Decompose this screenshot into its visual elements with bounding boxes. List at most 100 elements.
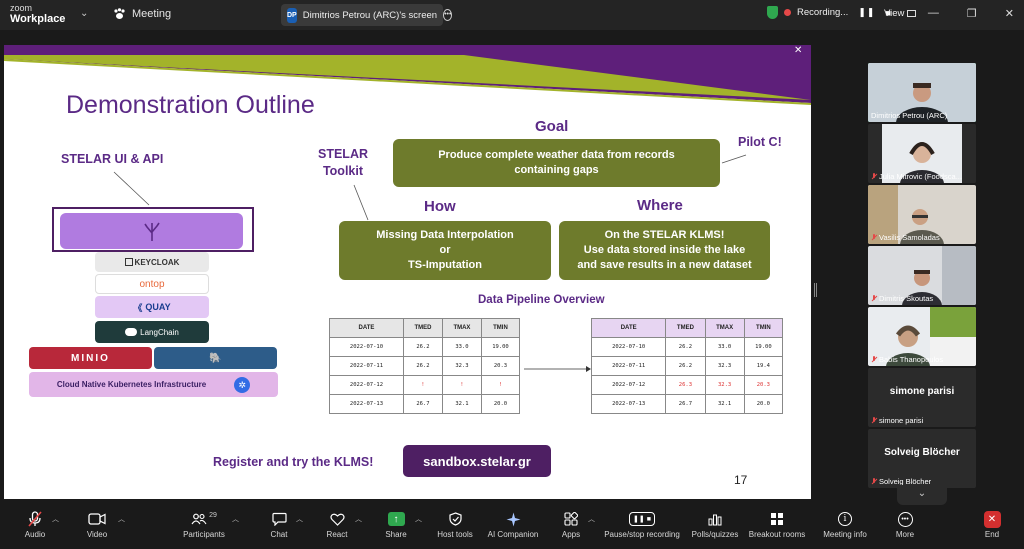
participant-name-text: Julia Mitrovic (Foodsca...	[879, 172, 962, 181]
langchain-label: LangChain	[140, 327, 179, 337]
chat-button[interactable]: Chat	[264, 508, 294, 549]
table-cell: 2022-07-12	[329, 375, 404, 395]
grid-icon	[907, 9, 917, 17]
host-tools-label: Host tools	[437, 530, 473, 539]
table-cell: !	[480, 375, 521, 395]
table-cell: 2022-07-11	[590, 356, 667, 376]
participant-name-text: Dimitrios Petrou (ARC)	[871, 111, 948, 120]
table-cell: 2022-07-10	[590, 337, 667, 357]
share-button[interactable]: ↑ Share	[381, 508, 411, 549]
table-row: 2022-07-10 26.2 33.0 19.00	[329, 337, 521, 357]
table-cell: !	[402, 375, 443, 395]
participant-name: Dimitrios Petrou (ARC)	[871, 111, 947, 120]
more-icon[interactable]: •••	[443, 9, 453, 21]
participant-tile[interactable]: Vasilis Samoladas	[868, 185, 976, 244]
avatar: DP	[287, 7, 297, 23]
chevron-down-icon[interactable]: ⌄	[80, 8, 88, 19]
react-button[interactable]: React	[322, 508, 352, 549]
kubernetes-block: Cloud Native Kubernetes Infrastructure ✲	[29, 372, 278, 397]
close-share-icon[interactable]: ✕	[794, 45, 802, 56]
table-cell: 33.0	[704, 337, 745, 357]
table-cell: !	[441, 375, 482, 395]
chevron-up-icon[interactable]: ︿	[52, 514, 59, 524]
table-cell: 32.3	[441, 356, 482, 376]
participant-name: Julia Mitrovic (Foodsca...	[871, 172, 962, 181]
share-screen-tab[interactable]: DP Dimitrios Petrou (ARC)'s screen •••	[281, 4, 453, 26]
chevron-up-icon[interactable]: ︿	[118, 514, 125, 524]
register-text: Register and try the KLMS!	[213, 455, 374, 469]
mic-off-icon	[871, 478, 877, 485]
participant-tile[interactable]: Solveig Blöcher Solveig Blöcher	[868, 429, 976, 488]
share-tab-title: Dimitrios Petrou (ARC)'s screen	[302, 9, 438, 21]
participant-tile[interactable]: Babis Thanopoulos	[868, 307, 976, 366]
participant-display-name: Solveig Blöcher	[884, 447, 960, 458]
video-button[interactable]: Video	[82, 508, 112, 549]
participant-tile[interactable]: Julia Mitrovic (Foodsca...	[868, 124, 976, 183]
view-button[interactable]: View	[884, 8, 917, 19]
participant-tile[interactable]: Dimitris Skoutas	[868, 246, 976, 305]
table-cell: 20.0	[743, 394, 784, 414]
participants-label: Participants	[183, 530, 225, 539]
apps-icon	[564, 508, 578, 530]
table-cell: 32.1	[704, 394, 745, 414]
breakout-label: Breakout rooms	[748, 530, 806, 539]
chevron-up-icon[interactable]: ︿	[415, 514, 422, 524]
table-row: 2022-07-12 26.3 32.3 20.3	[590, 375, 784, 395]
apps-button[interactable]: Apps	[556, 508, 586, 549]
share-label: Share	[385, 530, 407, 539]
langchain-icon	[125, 328, 138, 336]
pause-recording-icon[interactable]: ❚❚	[858, 7, 875, 18]
table-header-cell: DATE	[590, 318, 667, 338]
participant-name-text: Vasilis Samoladas	[879, 233, 940, 242]
keycloak-label: KEYCLOAK	[134, 257, 180, 267]
table-cell: 26.2	[665, 337, 706, 357]
table-cell: 2022-07-13	[590, 394, 667, 414]
zoom-window: zoom Workplace ⌄ Meeting DP Dimitrios Pe…	[0, 0, 1024, 549]
breakout-rooms-button[interactable]: Breakout rooms	[746, 508, 808, 549]
slide-page-number: 17	[734, 473, 748, 487]
participant-name-text: simone parisi	[879, 416, 924, 425]
chevron-up-icon[interactable]: ︿	[296, 514, 303, 524]
resize-handle[interactable]	[814, 283, 817, 297]
audio-button[interactable]: Audio	[20, 508, 50, 549]
quay-icon: 《	[133, 302, 143, 313]
table-header-cell: TMED	[665, 318, 706, 338]
table-cell: 26.2	[402, 337, 443, 357]
meeting-toolbar: Audio ︿ Video ︿ 29 Participants ︿ Chat ︿	[0, 508, 1024, 549]
table-cell: 32.3	[704, 356, 745, 376]
table-cell: 2022-07-13	[329, 394, 404, 414]
more-button[interactable]: ••• More	[890, 508, 920, 549]
mic-off-icon	[871, 295, 877, 302]
table-header-cell: TMAX	[704, 318, 745, 338]
stelar-tree-icon	[143, 222, 160, 241]
table-header-cell: TMED	[402, 318, 443, 338]
table-header-cell: DATE	[329, 318, 404, 338]
chevron-up-icon[interactable]: ︿	[588, 514, 595, 524]
end-meeting-button[interactable]: ✕ End	[977, 508, 1007, 549]
ai-companion-button[interactable]: AI Companion	[486, 508, 540, 549]
minimize-icon[interactable]: —	[928, 7, 939, 20]
chevron-up-icon[interactable]: ︿	[355, 514, 362, 524]
table-cell: 20.3	[480, 356, 521, 376]
participant-tile[interactable]: Dimitrios Petrou (ARC)	[868, 63, 976, 122]
restore-icon[interactable]: ❐	[967, 7, 977, 20]
keycloak-icon	[124, 258, 133, 266]
video-camera-icon	[88, 508, 106, 530]
chevron-up-icon[interactable]: ︿	[232, 514, 239, 524]
table-cell: 33.0	[441, 337, 482, 357]
pause-stop-recording-button[interactable]: ❚❚ ■ Pause/stop recording	[602, 508, 682, 549]
table-header-cell: TMIN	[480, 318, 521, 338]
scroll-down-icon[interactable]: ⌄	[897, 485, 947, 505]
table-cell: 26.7	[402, 394, 443, 414]
participant-display-name: simone parisi	[889, 386, 955, 397]
table-cell: 26.3	[665, 375, 706, 395]
record-dot-icon	[784, 9, 791, 16]
meeting-tab[interactable]: Meeting	[113, 8, 171, 20]
participant-tile[interactable]: simone parisi simone parisi	[868, 368, 976, 427]
polls-button[interactable]: Polls/quizzes	[690, 508, 740, 549]
host-tools-button[interactable]: Host tools	[435, 508, 475, 549]
participants-button[interactable]: 29 Participants	[181, 508, 227, 549]
brand-logo: zoom Workplace	[10, 3, 65, 25]
meeting-info-button[interactable]: i Meeting info	[818, 508, 872, 549]
close-icon[interactable]: ✕	[1005, 7, 1014, 20]
